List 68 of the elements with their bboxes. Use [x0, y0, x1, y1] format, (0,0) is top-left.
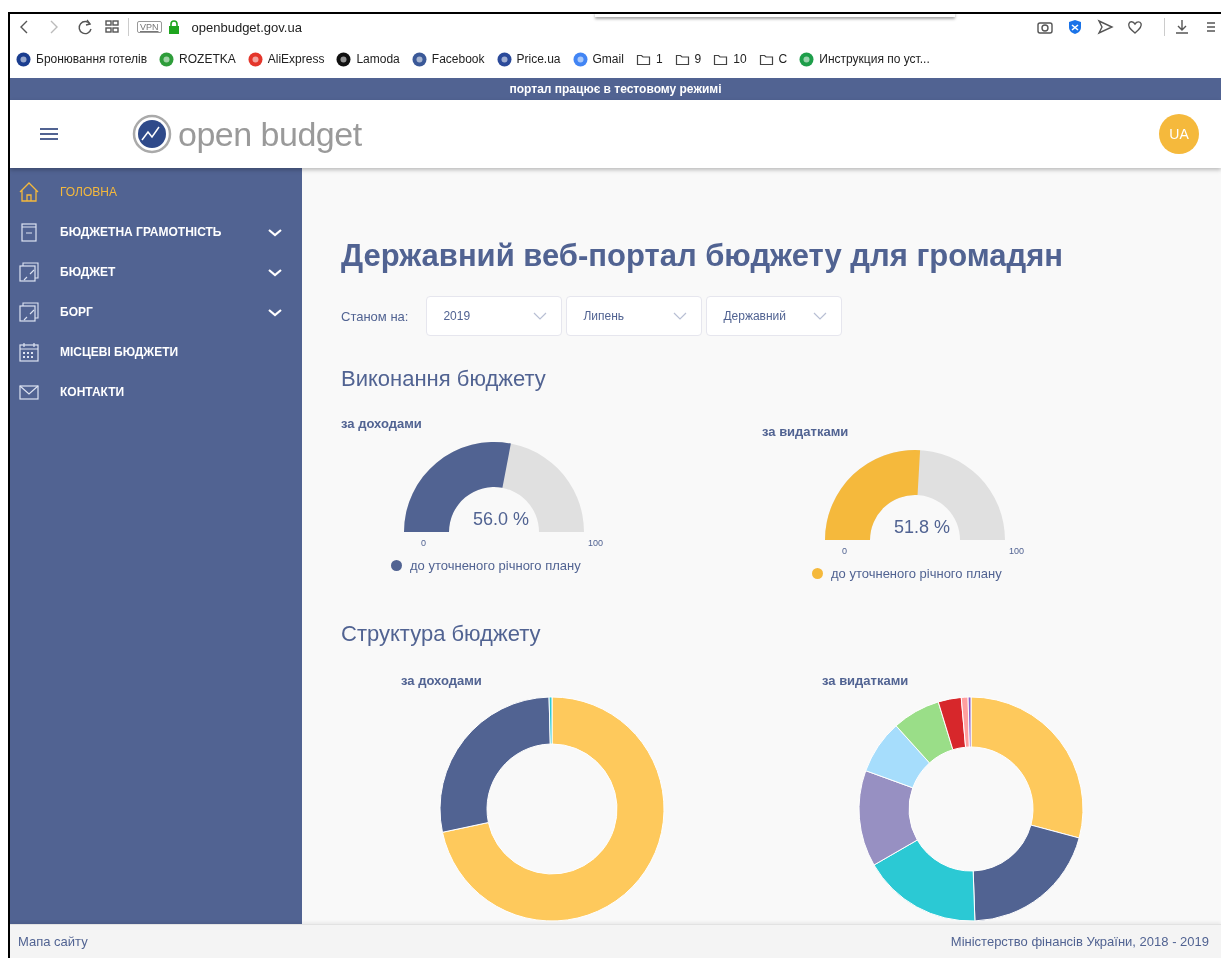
bookmark[interactable]: Lamoda: [336, 51, 400, 67]
donut-title: за видатками: [822, 673, 910, 688]
bookmark[interactable]: Инструкция по уст...: [799, 51, 930, 67]
send-icon[interactable]: [1096, 18, 1114, 36]
legend-label: до уточненого річного плану: [410, 558, 581, 573]
bookmark[interactable]: ROZETKA: [159, 51, 236, 67]
lock-icon: [167, 19, 180, 35]
bookmark[interactable]: Gmail: [572, 51, 624, 67]
filter-dropdown[interactable]: Липень: [566, 296, 703, 336]
bookmark[interactable]: Price.ua: [496, 51, 561, 67]
nav-icon: [18, 341, 40, 363]
heart-icon[interactable]: [1126, 18, 1144, 36]
gauge-reading: 56.0 %: [472, 509, 529, 530]
filter-label: Станом на:: [341, 308, 409, 324]
bookmark[interactable]: 10: [713, 51, 747, 67]
copyright-text: Міністерство фінансів України, 2018 - 2019: [950, 934, 1209, 949]
chevron-icon[interactable]: [268, 267, 282, 277]
filter-dropdown[interactable]: 2019: [426, 296, 563, 336]
nav-item[interactable]: БЮДЖЕТНА ГРАМОТНІСТЬ: [10, 212, 302, 252]
gauge-reading: 51.8 %: [893, 517, 950, 538]
bookmark[interactable]: 9: [674, 51, 702, 67]
section-title: Структура бюджету: [341, 621, 542, 647]
gauge-max: 100: [587, 538, 603, 548]
nav-label: БЮДЖЕТ: [60, 265, 117, 279]
bookmark[interactable]: Бронювання готелів: [16, 51, 148, 67]
chevron-icon: [813, 312, 828, 320]
bookmark[interactable]: Facebook: [411, 51, 485, 67]
nav-icon: [18, 181, 40, 203]
logo-icon: [132, 114, 172, 154]
nav-item[interactable]: МІСЦЕВІ БЮДЖЕТИ: [10, 332, 302, 372]
reload-icon[interactable]: [76, 18, 94, 36]
page-title: Державний веб-портал бюджету для громадян: [341, 238, 1064, 274]
nav-label: ГОЛОВНА: [60, 185, 118, 199]
nav-icon: [18, 221, 40, 243]
nav-label: МІСЦЕВІ БЮДЖЕТИ: [60, 345, 180, 359]
nav-icon: [18, 301, 40, 323]
chevron-icon[interactable]: [268, 307, 282, 317]
gauge-title: за доходами: [341, 416, 423, 431]
bookmark[interactable]: AliExpress: [247, 51, 325, 67]
chevron-icon: [533, 312, 548, 320]
nav-label: БОРГ: [60, 305, 94, 319]
sitemap-link[interactable]: Мапа сайту: [18, 934, 88, 949]
gauge-min: 0: [842, 546, 847, 556]
gauge-min: 0: [421, 538, 426, 548]
vpn-badge[interactable]: VPN: [137, 21, 162, 33]
shield-icon[interactable]: [1066, 18, 1084, 36]
download-icon[interactable]: [1173, 18, 1191, 36]
gauge-title: за видатками: [762, 424, 850, 439]
grid-icon[interactable]: [104, 18, 120, 36]
logo-text: open budget: [178, 114, 362, 154]
filter-dropdown[interactable]: Державний: [706, 296, 843, 336]
nav-label: КОНТАКТИ: [60, 385, 126, 399]
bookmark[interactable]: 1: [635, 51, 663, 67]
nav-item[interactable]: БЮДЖЕТ: [10, 252, 302, 292]
chevron-icon[interactable]: [268, 227, 282, 237]
menu-icon[interactable]: [40, 127, 58, 141]
nav-item[interactable]: БОРГ: [10, 292, 302, 332]
nav-item[interactable]: КОНТАКТИ: [10, 372, 302, 412]
gauge-max: 100: [1008, 546, 1024, 556]
bookmark[interactable]: C: [758, 51, 788, 67]
chevron-icon: [673, 312, 688, 320]
nav-label: БЮДЖЕТНА ГРАМОТНІСТЬ: [60, 225, 223, 239]
address-bar[interactable]: openbudget.gov.ua: [191, 19, 302, 35]
legend-label: до уточненого річного плану: [831, 566, 1002, 581]
section-title: Виконання бюджету: [341, 366, 547, 392]
donut-title: за доходами: [401, 673, 483, 688]
nav-icon: [18, 261, 40, 283]
banner-text: портал працює в тестовому режимі: [509, 82, 722, 96]
